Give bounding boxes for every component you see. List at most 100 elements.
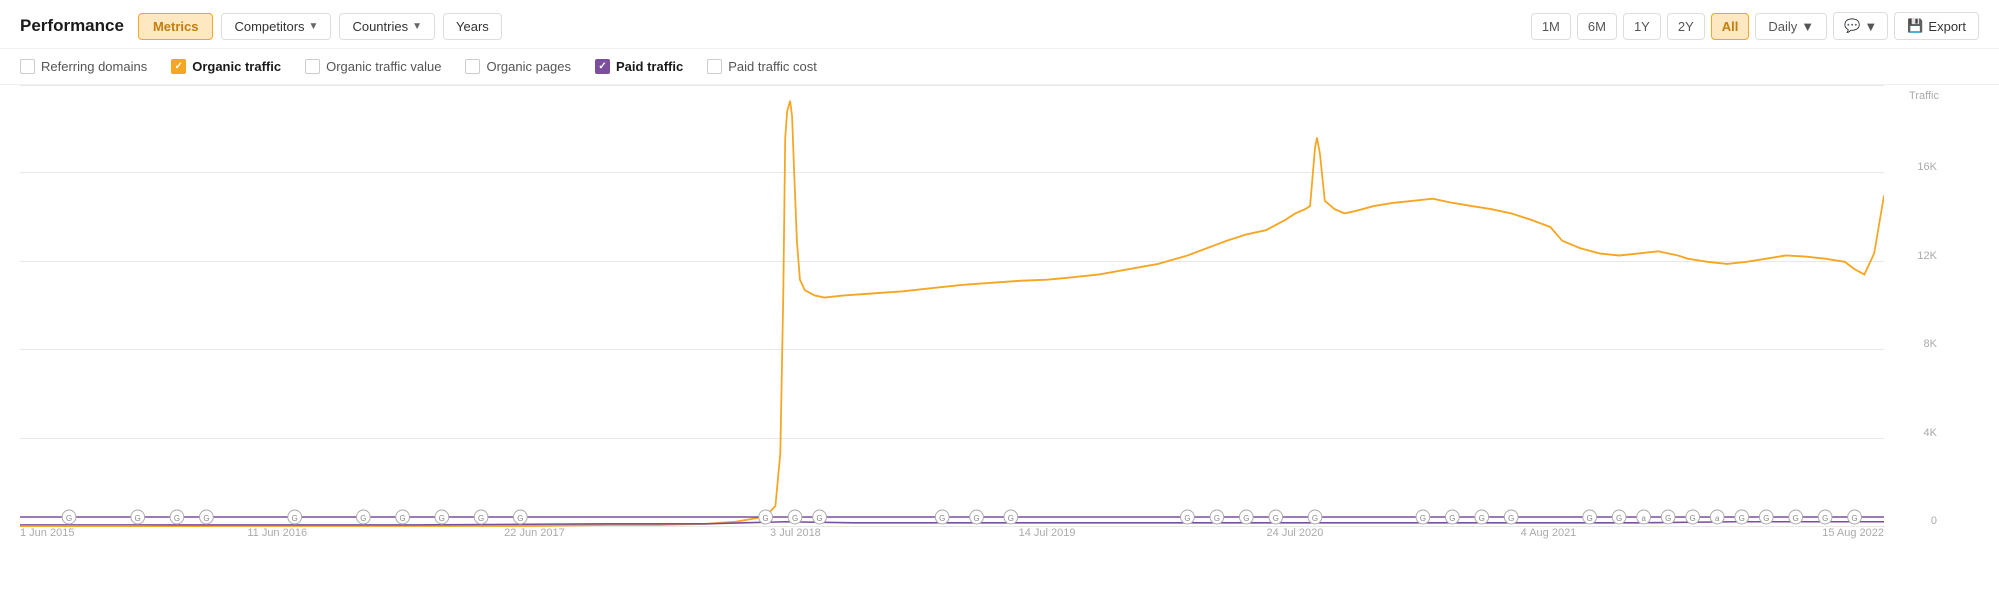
competitors-label: Competitors xyxy=(234,19,304,34)
competitors-button[interactable]: Competitors ▼ xyxy=(221,13,331,40)
paid-traffic-checkbox[interactable] xyxy=(595,59,610,74)
export-icon: 💾 xyxy=(1907,18,1923,34)
chart-svg xyxy=(20,85,1884,527)
chart-inner: Traffic 0 4K 8K 12K 16K xyxy=(20,85,1939,555)
paid-traffic-label: Paid traffic xyxy=(616,59,683,74)
organic-traffic-value-label: Organic traffic value xyxy=(326,59,441,74)
comment-icon: 💬 xyxy=(1844,18,1860,34)
events-svg: G G G G G G G G xyxy=(20,507,1884,527)
x-label-0: 1 Jun 2015 xyxy=(20,527,74,539)
organic-pages-checkbox[interactable] xyxy=(465,59,480,74)
svg-text:G: G xyxy=(817,514,823,523)
countries-button[interactable]: Countries ▼ xyxy=(339,13,435,40)
svg-text:G: G xyxy=(1739,514,1745,523)
x-label-4: 14 Jul 2019 xyxy=(1019,527,1076,539)
metric-organic-traffic[interactable]: Organic traffic xyxy=(171,59,281,74)
time-2y-button[interactable]: 2Y xyxy=(1667,13,1705,40)
svg-text:G: G xyxy=(1665,514,1671,523)
x-label-3: 3 Jul 2018 xyxy=(770,527,821,539)
paid-traffic-cost-label: Paid traffic cost xyxy=(728,59,817,74)
organic-traffic-value-checkbox[interactable] xyxy=(305,59,320,74)
referring-domains-checkbox[interactable] xyxy=(20,59,35,74)
svg-text:G: G xyxy=(1616,514,1622,523)
years-label: Years xyxy=(456,19,489,34)
time-1y-button[interactable]: 1Y xyxy=(1623,13,1661,40)
svg-text:G: G xyxy=(1822,514,1828,523)
svg-text:G: G xyxy=(1690,514,1696,523)
paid-traffic-cost-checkbox[interactable] xyxy=(707,59,722,74)
svg-text:G: G xyxy=(1508,514,1514,523)
x-label-6: 4 Aug 2021 xyxy=(1521,527,1577,539)
y-label-8k: 8K xyxy=(1924,338,1937,350)
svg-text:G: G xyxy=(1273,514,1279,523)
metric-paid-traffic[interactable]: Paid traffic xyxy=(595,59,683,74)
svg-text:G: G xyxy=(360,514,366,523)
x-label-2: 22 Jun 2017 xyxy=(504,527,565,539)
events-row: G G G G G G G G xyxy=(20,507,1884,527)
time-1m-button[interactable]: 1M xyxy=(1531,13,1571,40)
comment-button[interactable]: 💬 ▼ xyxy=(1833,12,1888,40)
svg-text:G: G xyxy=(1312,514,1318,523)
metrics-row: Referring domains Organic traffic Organi… xyxy=(0,49,1999,85)
svg-text:G: G xyxy=(1852,514,1858,523)
comment-arrow-icon: ▼ xyxy=(1864,19,1877,34)
organic-traffic-label: Organic traffic xyxy=(192,59,281,74)
svg-text:G: G xyxy=(792,514,798,523)
metric-paid-traffic-cost[interactable]: Paid traffic cost xyxy=(707,59,817,74)
header-right: 1M 6M 1Y 2Y All Daily ▼ 💬 ▼ 💾 Export xyxy=(1531,12,1979,40)
svg-text:G: G xyxy=(1008,514,1014,523)
svg-text:G: G xyxy=(939,514,945,523)
time-all-button[interactable]: All xyxy=(1711,13,1750,40)
metric-referring-domains[interactable]: Referring domains xyxy=(20,59,147,74)
y-label-0: 0 xyxy=(1931,515,1937,527)
svg-text:G: G xyxy=(174,514,180,523)
years-button[interactable]: Years xyxy=(443,13,502,40)
countries-label: Countries xyxy=(352,19,408,34)
countries-arrow-icon: ▼ xyxy=(412,21,422,32)
svg-text:G: G xyxy=(1763,514,1769,523)
svg-text:G: G xyxy=(517,514,523,523)
y-axis: 0 4K 8K 12K 16K xyxy=(1884,85,1939,527)
svg-text:G: G xyxy=(439,514,445,523)
competitors-arrow-icon: ▼ xyxy=(309,21,319,32)
metrics-button[interactable]: Metrics xyxy=(138,13,214,40)
interval-label: Daily xyxy=(1768,19,1797,34)
svg-text:G: G xyxy=(1479,514,1485,523)
organic-traffic-checkbox[interactable] xyxy=(171,59,186,74)
page-title: Performance xyxy=(20,16,124,36)
x-label-5: 24 Jul 2020 xyxy=(1267,527,1324,539)
svg-text:G: G xyxy=(973,514,979,523)
x-label-7: 15 Aug 2022 xyxy=(1822,527,1884,539)
svg-text:G: G xyxy=(763,514,769,523)
svg-text:G: G xyxy=(478,514,484,523)
interval-arrow-icon: ▼ xyxy=(1801,19,1814,34)
export-label: Export xyxy=(1928,19,1966,34)
chart-area: Traffic 0 4K 8K 12K 16K xyxy=(0,85,1999,555)
header-left: Performance Metrics Competitors ▼ Countr… xyxy=(20,13,502,40)
svg-text:G: G xyxy=(1449,514,1455,523)
x-label-1: 11 Jun 2016 xyxy=(247,527,307,539)
x-axis: 1 Jun 2015 11 Jun 2016 22 Jun 2017 3 Jul… xyxy=(20,527,1884,555)
svg-text:G: G xyxy=(1184,514,1190,523)
interval-button[interactable]: Daily ▼ xyxy=(1755,13,1827,40)
organic-pages-label: Organic pages xyxy=(486,59,571,74)
y-label-16k: 16K xyxy=(1917,161,1937,173)
svg-text:G: G xyxy=(1793,514,1799,523)
time-6m-button[interactable]: 6M xyxy=(1577,13,1617,40)
page-container: Performance Metrics Competitors ▼ Countr… xyxy=(0,0,1999,590)
export-button[interactable]: 💾 Export xyxy=(1894,12,1979,40)
svg-text:a: a xyxy=(1715,514,1720,523)
svg-text:G: G xyxy=(1243,514,1249,523)
y-label-12k: 12K xyxy=(1917,250,1937,262)
metric-organic-traffic-value[interactable]: Organic traffic value xyxy=(305,59,441,74)
metric-organic-pages[interactable]: Organic pages xyxy=(465,59,571,74)
svg-text:G: G xyxy=(1587,514,1593,523)
svg-text:G: G xyxy=(203,514,209,523)
svg-text:G: G xyxy=(292,514,298,523)
header: Performance Metrics Competitors ▼ Countr… xyxy=(0,0,1999,49)
organic-traffic-line xyxy=(20,101,1884,527)
svg-text:G: G xyxy=(1214,514,1220,523)
referring-domains-label: Referring domains xyxy=(41,59,147,74)
svg-text:G: G xyxy=(1420,514,1426,523)
svg-text:a: a xyxy=(1641,514,1646,523)
